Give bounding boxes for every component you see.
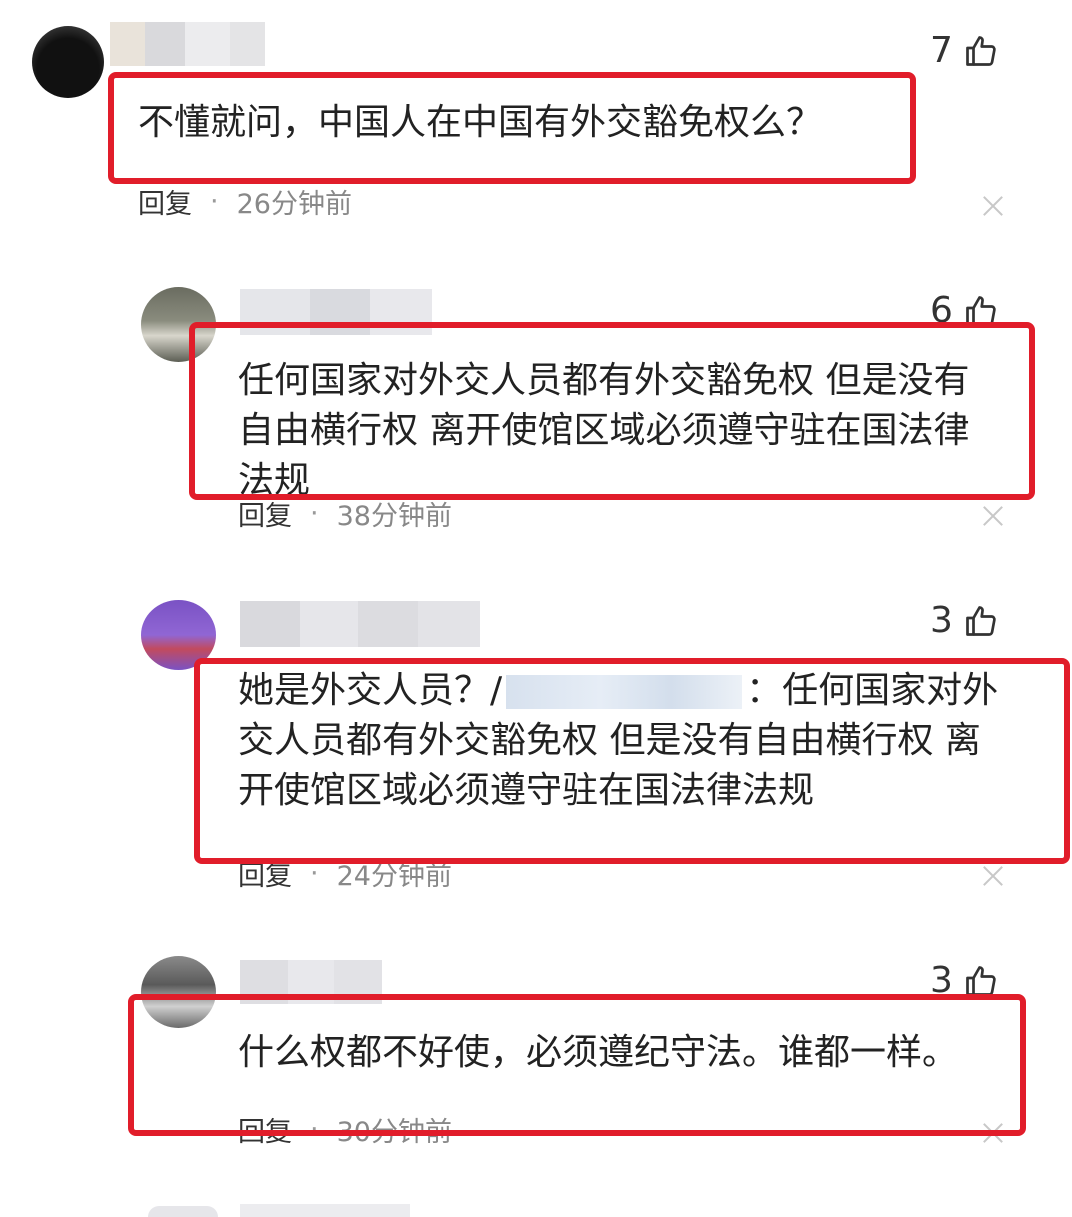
meta-separator: · [310, 1114, 319, 1145]
thumbs-up-icon [963, 963, 999, 999]
username-blurred[interactable] [240, 960, 382, 1004]
comment-4: 3 什么权都不好使，必须遵纪守法。谁都一样。 回复 · 30分钟前 [0, 0, 1072, 1217]
next-comment-avatar-partial [148, 1206, 218, 1217]
like-button[interactable]: 3 [930, 960, 999, 1001]
comment-text: 什么权都不好使，必须遵纪守法。谁都一样。 [238, 1032, 959, 1073]
timestamp: 30分钟前 [336, 1117, 452, 1148]
close-icon[interactable] [982, 1122, 1004, 1144]
comment-meta: 回复 · 30分钟前 [238, 1110, 452, 1149]
reply-button[interactable]: 回复 [238, 1110, 292, 1149]
next-comment-name-partial [240, 1204, 410, 1217]
like-count: 3 [930, 960, 953, 1001]
avatar[interactable] [141, 956, 216, 1028]
